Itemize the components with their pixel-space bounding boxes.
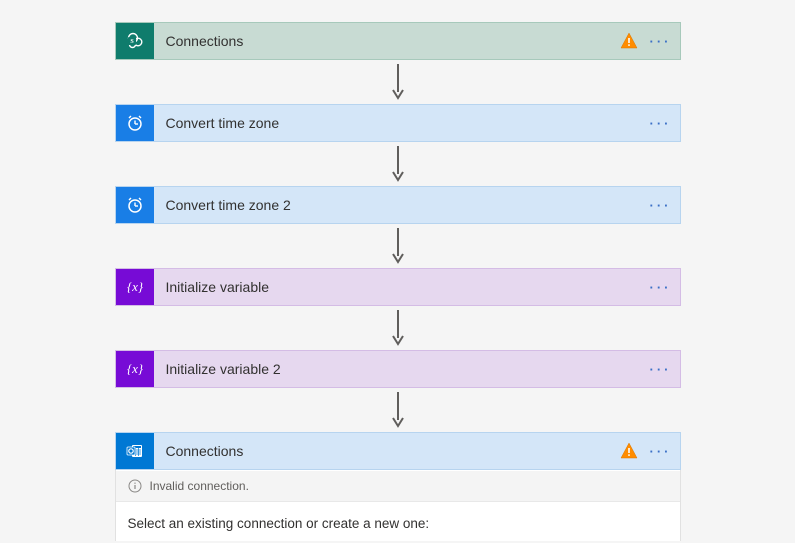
arrow-connector bbox=[388, 306, 408, 350]
more-menu-button[interactable]: ··· bbox=[646, 351, 676, 387]
more-menu-button[interactable]: ··· bbox=[646, 433, 676, 469]
step-label: Convert time zone bbox=[154, 115, 646, 131]
expanded-panel: Invalid connection. Select an existing c… bbox=[115, 470, 681, 541]
flow-step-connections-sharepoint[interactable]: S Connections ··· bbox=[115, 22, 681, 60]
warning-icon bbox=[620, 32, 638, 50]
step-label: Connections bbox=[154, 443, 620, 459]
clock-icon bbox=[116, 187, 154, 223]
arrow-connector bbox=[388, 388, 408, 432]
svg-text:{x}: {x} bbox=[126, 361, 143, 376]
invalid-message: Invalid connection. bbox=[150, 479, 249, 493]
flow-step-initialize-variable-2[interactable]: {x} Initialize variable 2 ··· bbox=[115, 350, 681, 388]
more-menu-button[interactable]: ··· bbox=[646, 187, 676, 223]
flow-step-initialize-variable[interactable]: {x} Initialize variable ··· bbox=[115, 268, 681, 306]
invalid-connection-bar: Invalid connection. bbox=[116, 471, 680, 502]
more-menu-button[interactable]: ··· bbox=[646, 105, 676, 141]
step-label: Initialize variable 2 bbox=[154, 361, 646, 377]
arrow-connector bbox=[388, 142, 408, 186]
arrow-connector bbox=[388, 60, 408, 104]
more-menu-button[interactable]: ··· bbox=[646, 269, 676, 305]
flow-step-connections-outlook[interactable]: Connections ··· bbox=[115, 432, 681, 470]
variable-icon: {x} bbox=[116, 351, 154, 387]
outlook-icon bbox=[116, 433, 154, 469]
step-label: Convert time zone 2 bbox=[154, 197, 646, 213]
select-connection-prompt: Select an existing connection or create … bbox=[116, 502, 680, 541]
flow-step-convert-time-zone-2[interactable]: Convert time zone 2 ··· bbox=[115, 186, 681, 224]
clock-icon bbox=[116, 105, 154, 141]
warning-icon bbox=[620, 442, 638, 460]
step-label: Connections bbox=[154, 33, 620, 49]
arrow-connector bbox=[388, 224, 408, 268]
step-label: Initialize variable bbox=[154, 279, 646, 295]
sharepoint-icon: S bbox=[116, 23, 154, 59]
svg-text:{x}: {x} bbox=[126, 279, 143, 294]
more-menu-button[interactable]: ··· bbox=[646, 23, 676, 59]
flow-container: S Connections ··· Convert time zone ··· bbox=[0, 0, 795, 541]
flow-step-convert-time-zone[interactable]: Convert time zone ··· bbox=[115, 104, 681, 142]
variable-icon: {x} bbox=[116, 269, 154, 305]
info-icon bbox=[128, 479, 142, 493]
